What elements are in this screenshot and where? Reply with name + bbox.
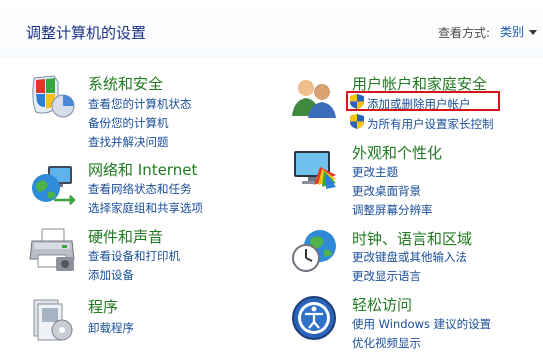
- link-windows-recommended-settings[interactable]: 使用 Windows 建议的设置: [352, 316, 491, 332]
- link-change-background[interactable]: 更改桌面背景: [352, 183, 421, 199]
- category-network-internet[interactable]: 网络和 Internet: [88, 159, 197, 180]
- clock-globe-icon[interactable]: [290, 226, 338, 274]
- network-globe-icon[interactable]: [28, 160, 76, 208]
- system-security-icon[interactable]: [28, 72, 76, 120]
- category-hardware-sound[interactable]: 硬件和声音: [88, 226, 163, 247]
- link-uninstall-program[interactable]: 卸载程序: [88, 320, 134, 336]
- category-clock-language-region[interactable]: 时钟、语言和区域: [352, 228, 472, 249]
- link-optimize-visual-display[interactable]: 优化视频显示: [352, 335, 421, 351]
- view-by-dropdown[interactable]: 类别: [500, 23, 538, 40]
- user-accounts-icon[interactable]: [290, 72, 338, 120]
- link-parental-controls[interactable]: 为所有用户设置家长控制: [367, 116, 494, 132]
- link-screen-resolution[interactable]: 调整屏幕分辨率: [352, 202, 433, 218]
- link-add-device[interactable]: 添加设备: [88, 267, 134, 283]
- link-view-computer-status[interactable]: 查看您的计算机状态: [88, 96, 192, 112]
- view-by-label: 查看方式:: [438, 26, 491, 40]
- link-change-keyboard-input[interactable]: 更改键盘或其他输入法: [352, 249, 467, 265]
- link-homegroup-sharing[interactable]: 选择家庭组和共享选项: [88, 200, 203, 216]
- link-change-theme[interactable]: 更改主题: [352, 164, 398, 180]
- programs-icon[interactable]: [28, 294, 76, 342]
- ease-of-access-icon[interactable]: [290, 294, 338, 342]
- category-system-security[interactable]: 系统和安全: [88, 73, 163, 94]
- chevron-down-icon: [529, 30, 538, 35]
- view-by-value: 类别: [500, 25, 525, 39]
- link-troubleshoot[interactable]: 查找并解决问题: [88, 134, 169, 150]
- category-ease-of-access[interactable]: 轻松访问: [352, 294, 412, 315]
- link-network-status[interactable]: 查看网络状态和任务: [88, 181, 192, 197]
- link-devices-printers[interactable]: 查看设备和打印机: [88, 248, 180, 264]
- highlight-box: [346, 91, 500, 111]
- appearance-icon[interactable]: [290, 145, 338, 193]
- category-programs[interactable]: 程序: [88, 296, 118, 317]
- page-title: 调整计算机的设置: [26, 24, 147, 42]
- printer-icon[interactable]: [28, 225, 76, 273]
- link-backup-computer[interactable]: 备份您的计算机: [88, 115, 169, 131]
- link-change-display-language[interactable]: 更改显示语言: [352, 268, 421, 284]
- category-appearance[interactable]: 外观和个性化: [352, 142, 442, 163]
- uac-shield-icon: [350, 114, 364, 129]
